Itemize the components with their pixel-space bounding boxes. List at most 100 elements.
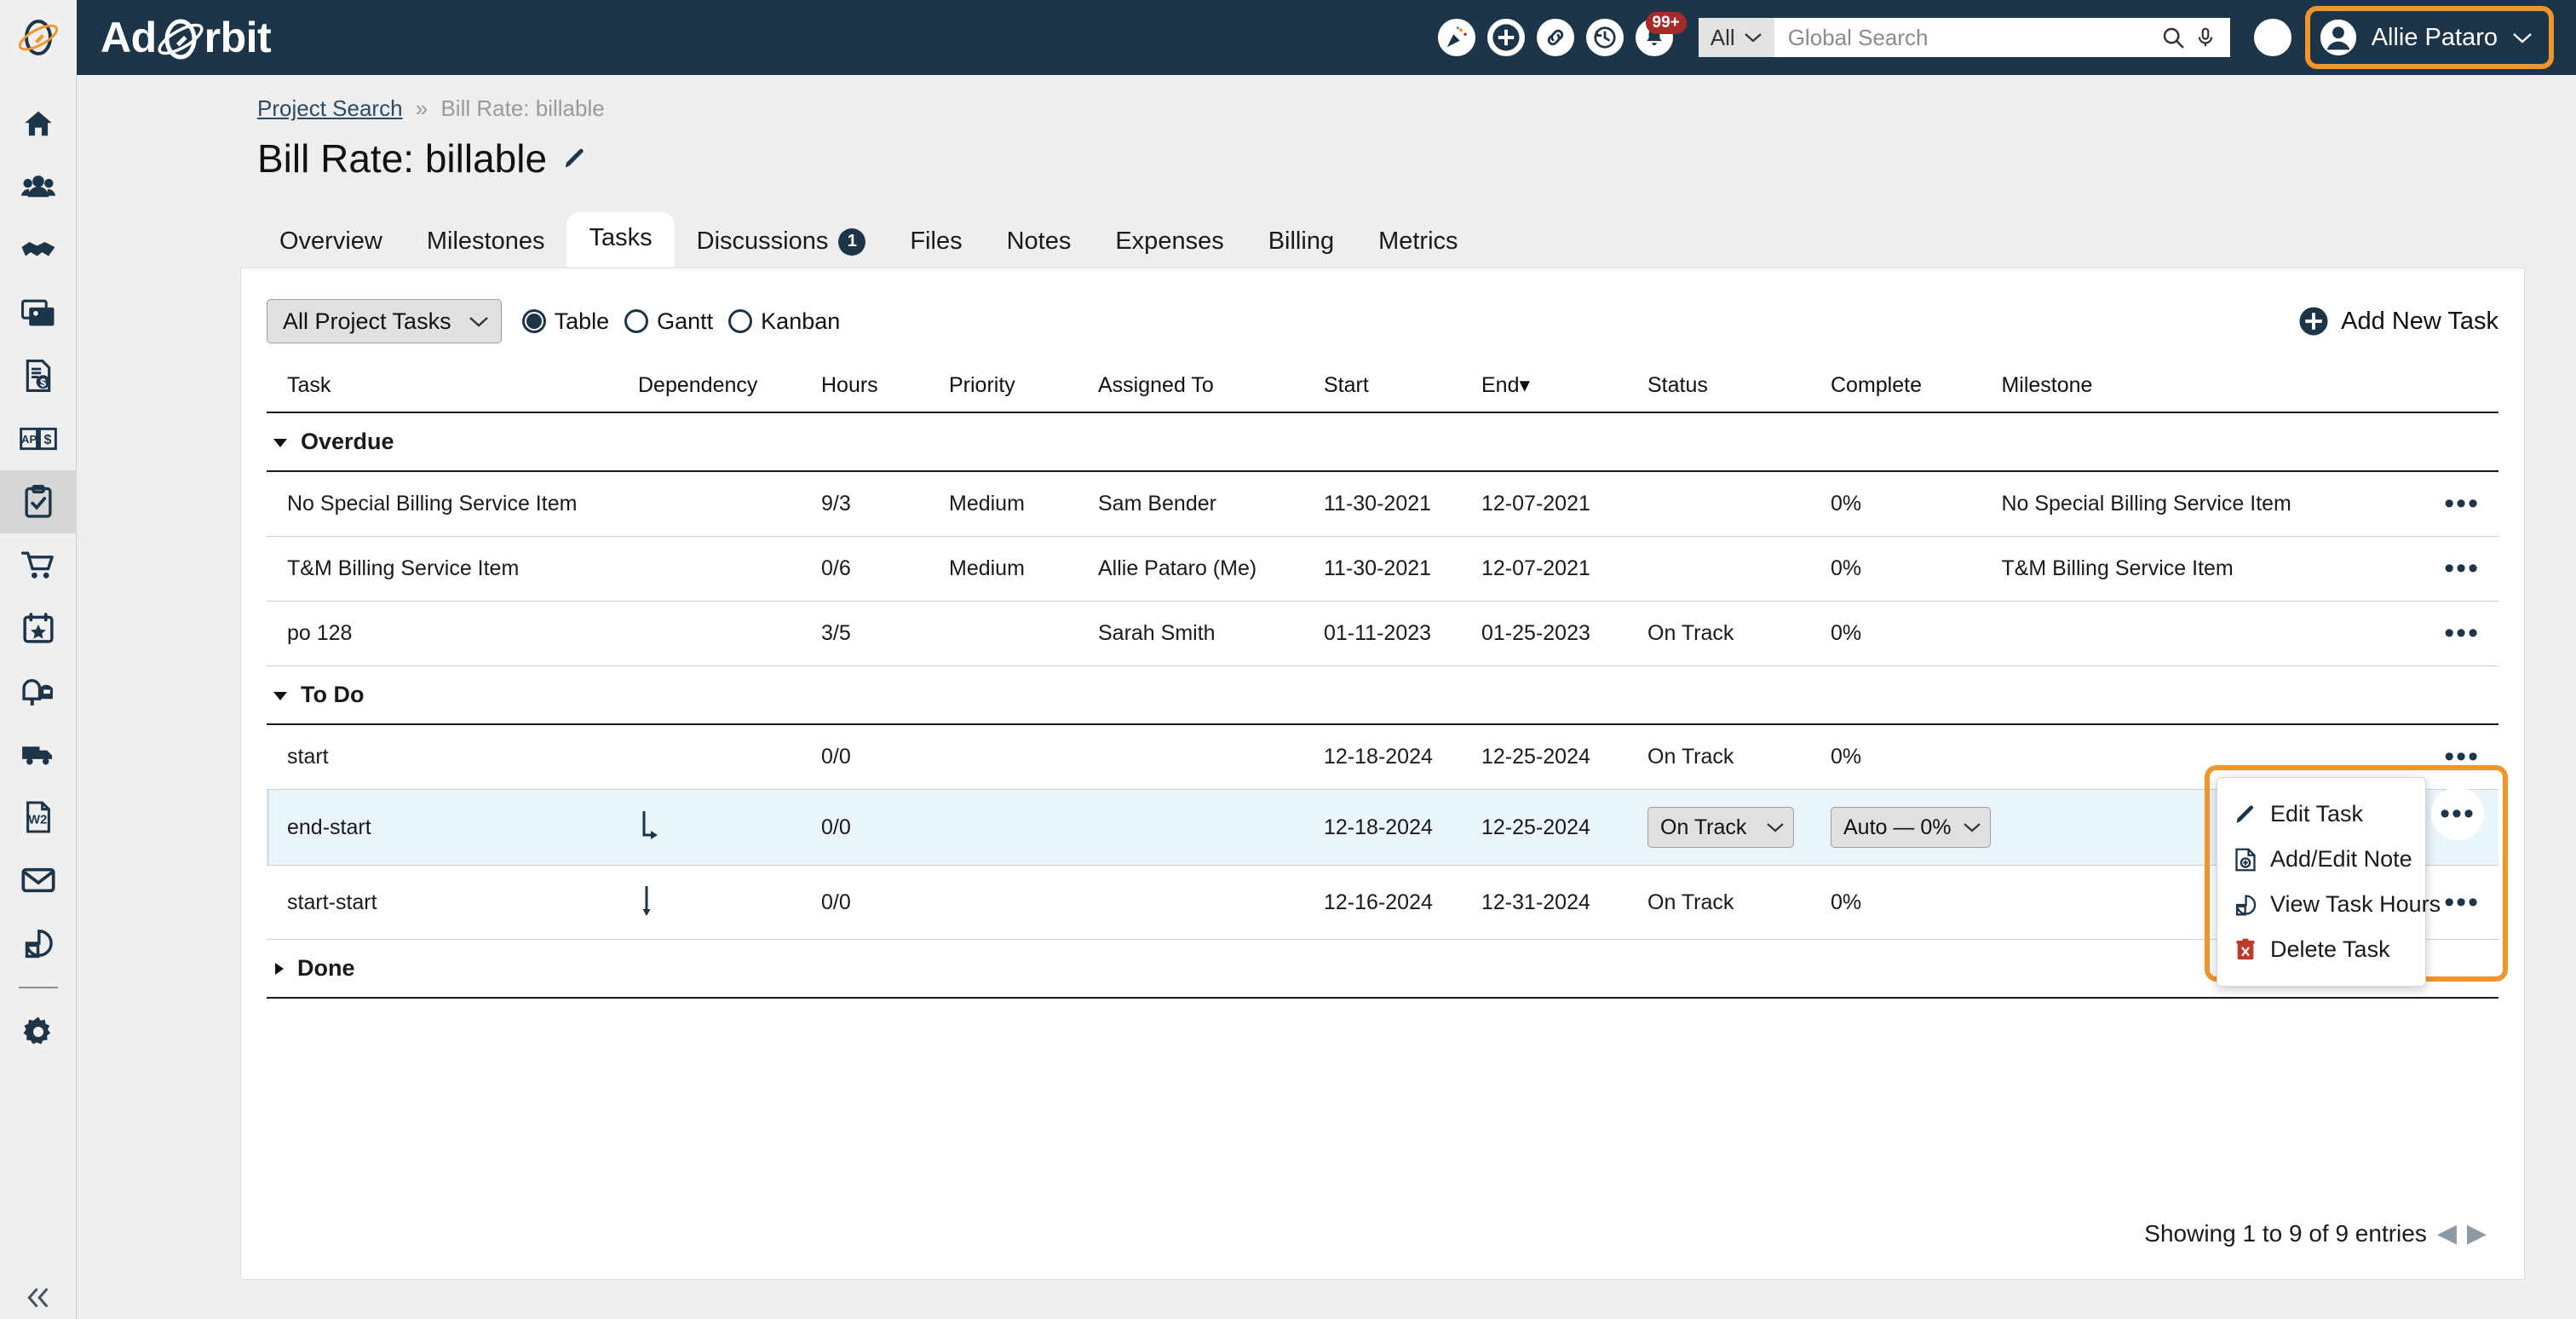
gear-icon xyxy=(22,1017,50,1045)
search-input[interactable] xyxy=(1787,24,2152,51)
menu-item-view-task-hours[interactable]: View Task Hours xyxy=(2217,882,2441,927)
tab-milestones[interactable]: Milestones xyxy=(405,216,567,268)
radio-table[interactable] xyxy=(521,309,546,333)
radio-gantt[interactable] xyxy=(624,309,649,333)
next-page-button[interactable]: ▶ xyxy=(2467,1218,2487,1248)
breadcrumb: Project Search » Bill Rate: billable xyxy=(77,75,2576,122)
cell-task: start-start xyxy=(267,865,633,940)
edit-pencil-icon[interactable] xyxy=(562,146,588,171)
task-group-done[interactable]: Done xyxy=(267,939,2498,999)
trash-icon xyxy=(2233,938,2258,962)
table-row[interactable]: No Special Billing Service Item 9/3 Medi… xyxy=(267,471,2498,537)
view-option-gantt[interactable]: Gantt xyxy=(624,308,713,335)
col-header-end-label: End xyxy=(1481,373,1520,397)
cell-status-select[interactable]: On Track xyxy=(1642,789,1826,866)
help-icon[interactable]: ? xyxy=(2253,19,2291,56)
task-group-todo[interactable]: To Do xyxy=(267,665,2498,725)
task-group-header-cell[interactable]: Done xyxy=(267,939,2498,999)
sidebar-item-invoices[interactable]: $ xyxy=(0,344,77,407)
sidebar-item-people[interactable] xyxy=(0,155,77,218)
sort-descending-icon: ▾ xyxy=(1519,373,1531,397)
tab-expenses[interactable]: Expenses xyxy=(1093,216,1245,268)
view-option-table[interactable]: Table xyxy=(521,308,609,335)
menu-item-add-edit-note[interactable]: Add/Edit Note xyxy=(2217,837,2425,882)
tab-notes[interactable]: Notes xyxy=(985,216,1094,268)
col-header-end[interactable]: End▾ xyxy=(1476,359,1642,413)
search-icon[interactable] xyxy=(2160,25,2186,50)
row-actions-menu-icon-active[interactable]: ••• xyxy=(2431,787,2484,840)
col-header-status[interactable]: Status xyxy=(1642,359,1826,413)
sidebar-item-email[interactable] xyxy=(0,849,77,912)
brand-logo[interactable]: Ad rbit xyxy=(77,12,272,63)
sidebar-item-mailbox[interactable] xyxy=(0,660,77,723)
sidebar-item-media[interactable] xyxy=(0,281,77,344)
col-header-milestone[interactable]: Milestone xyxy=(1996,359,2405,413)
table-row[interactable]: po 128 3/5 Sarah Smith 01-11-2023 01-25-… xyxy=(267,601,2498,666)
view-option-kanban[interactable]: Kanban xyxy=(728,308,840,335)
table-row[interactable]: T&M Billing Service Item 0/6 Medium Alli… xyxy=(267,536,2498,602)
notifications-bell-icon[interactable]: 99+ xyxy=(1635,12,1687,56)
sidebar-item-ap-ar[interactable]: AP $ xyxy=(0,407,77,470)
col-header-dependency[interactable]: Dependency xyxy=(633,359,816,413)
col-header-task[interactable]: Task xyxy=(267,359,633,413)
task-group-overdue[interactable]: Overdue xyxy=(267,412,2498,472)
sidebar-item-shipping[interactable] xyxy=(0,723,77,786)
link-icon[interactable] xyxy=(1536,19,1574,56)
previous-page-button[interactable]: ◀ xyxy=(2437,1218,2457,1248)
table-row[interactable]: start-start 0/0 12-16-2024 12-31-2024 On… xyxy=(267,865,2498,940)
tab-files[interactable]: Files xyxy=(888,216,984,268)
sidebar-item-orders[interactable] xyxy=(0,533,77,596)
sidebar-item-partners[interactable] xyxy=(0,218,77,281)
menu-item-delete-task[interactable]: Delete Task xyxy=(2217,927,2425,972)
col-header-priority[interactable]: Priority xyxy=(944,359,1093,413)
task-group-header-cell[interactable]: Overdue xyxy=(267,412,2498,472)
sidebar-item-w2[interactable]: W2 xyxy=(0,786,77,849)
sidebar-item-events[interactable] xyxy=(0,596,77,660)
table-row[interactable]: end-start 0/0 12-18-2024 12-25-2024 On T… xyxy=(267,789,2498,866)
sidebar-collapse-toggle[interactable] xyxy=(0,1287,77,1309)
row-actions-menu-icon[interactable]: ••• xyxy=(2444,619,2480,648)
search-scope-select[interactable]: All xyxy=(1698,18,1774,57)
row-actions-menu-icon[interactable]: ••• xyxy=(2444,489,2480,518)
menu-item-edit-task[interactable]: Edit Task xyxy=(2217,792,2425,837)
col-header-assigned-to[interactable]: Assigned To xyxy=(1093,359,1319,413)
radio-kanban[interactable] xyxy=(728,309,753,333)
user-menu[interactable]: Allie Pataro xyxy=(2304,6,2554,69)
table-row[interactable]: start 0/0 12-18-2024 12-25-2024 On Track… xyxy=(267,724,2498,790)
cell-actions[interactable]: ••• xyxy=(2405,471,2498,537)
complete-select[interactable]: Auto — 0% xyxy=(1831,807,1992,848)
cell-assigned-to: Sam Bender xyxy=(1093,471,1319,537)
sidebar-item-projects[interactable] xyxy=(0,470,77,533)
celebration-icon[interactable] xyxy=(1437,19,1475,56)
col-header-complete[interactable]: Complete xyxy=(1826,359,1997,413)
tab-tasks[interactable]: Tasks xyxy=(566,212,675,269)
menu-item-label: Add/Edit Note xyxy=(2270,846,2412,872)
add-icon[interactable] xyxy=(1486,19,1525,56)
col-header-hours[interactable]: Hours xyxy=(816,359,944,413)
tab-overview[interactable]: Overview xyxy=(257,216,405,268)
add-new-task-button[interactable]: Add New Task xyxy=(2298,306,2498,337)
microphone-icon[interactable] xyxy=(2194,25,2217,50)
cell-complete: 0% xyxy=(1826,601,1997,666)
cell-milestone: T&M Billing Service Item xyxy=(1996,536,2405,602)
global-search-box[interactable] xyxy=(1774,18,2230,57)
tab-metrics[interactable]: Metrics xyxy=(1356,216,1480,268)
breadcrumb-link-project-search[interactable]: Project Search xyxy=(257,95,403,121)
sidebar-item-home[interactable] xyxy=(0,92,77,155)
tab-discussions[interactable]: Discussions 1 xyxy=(675,216,888,268)
task-filter-select[interactable]: All Project Tasks xyxy=(267,299,502,343)
cell-hours: 0/0 xyxy=(816,724,944,790)
cell-actions[interactable]: ••• xyxy=(2405,601,2498,666)
logo-tile[interactable] xyxy=(0,0,77,75)
cell-complete-select[interactable]: Auto — 0% xyxy=(1826,789,1997,866)
status-select[interactable]: On Track xyxy=(1647,807,1794,848)
task-group-header-cell[interactable]: To Do xyxy=(267,665,2498,725)
cell-actions[interactable]: ••• xyxy=(2405,536,2498,602)
sidebar-item-reports[interactable] xyxy=(0,912,77,975)
col-header-start[interactable]: Start xyxy=(1319,359,1476,413)
history-icon[interactable] xyxy=(1585,19,1624,56)
tab-billing[interactable]: Billing xyxy=(1246,216,1356,268)
cell-end: 01-25-2023 xyxy=(1476,601,1642,666)
sidebar-item-settings[interactable] xyxy=(0,1000,77,1063)
row-actions-menu-icon[interactable]: ••• xyxy=(2444,554,2480,583)
